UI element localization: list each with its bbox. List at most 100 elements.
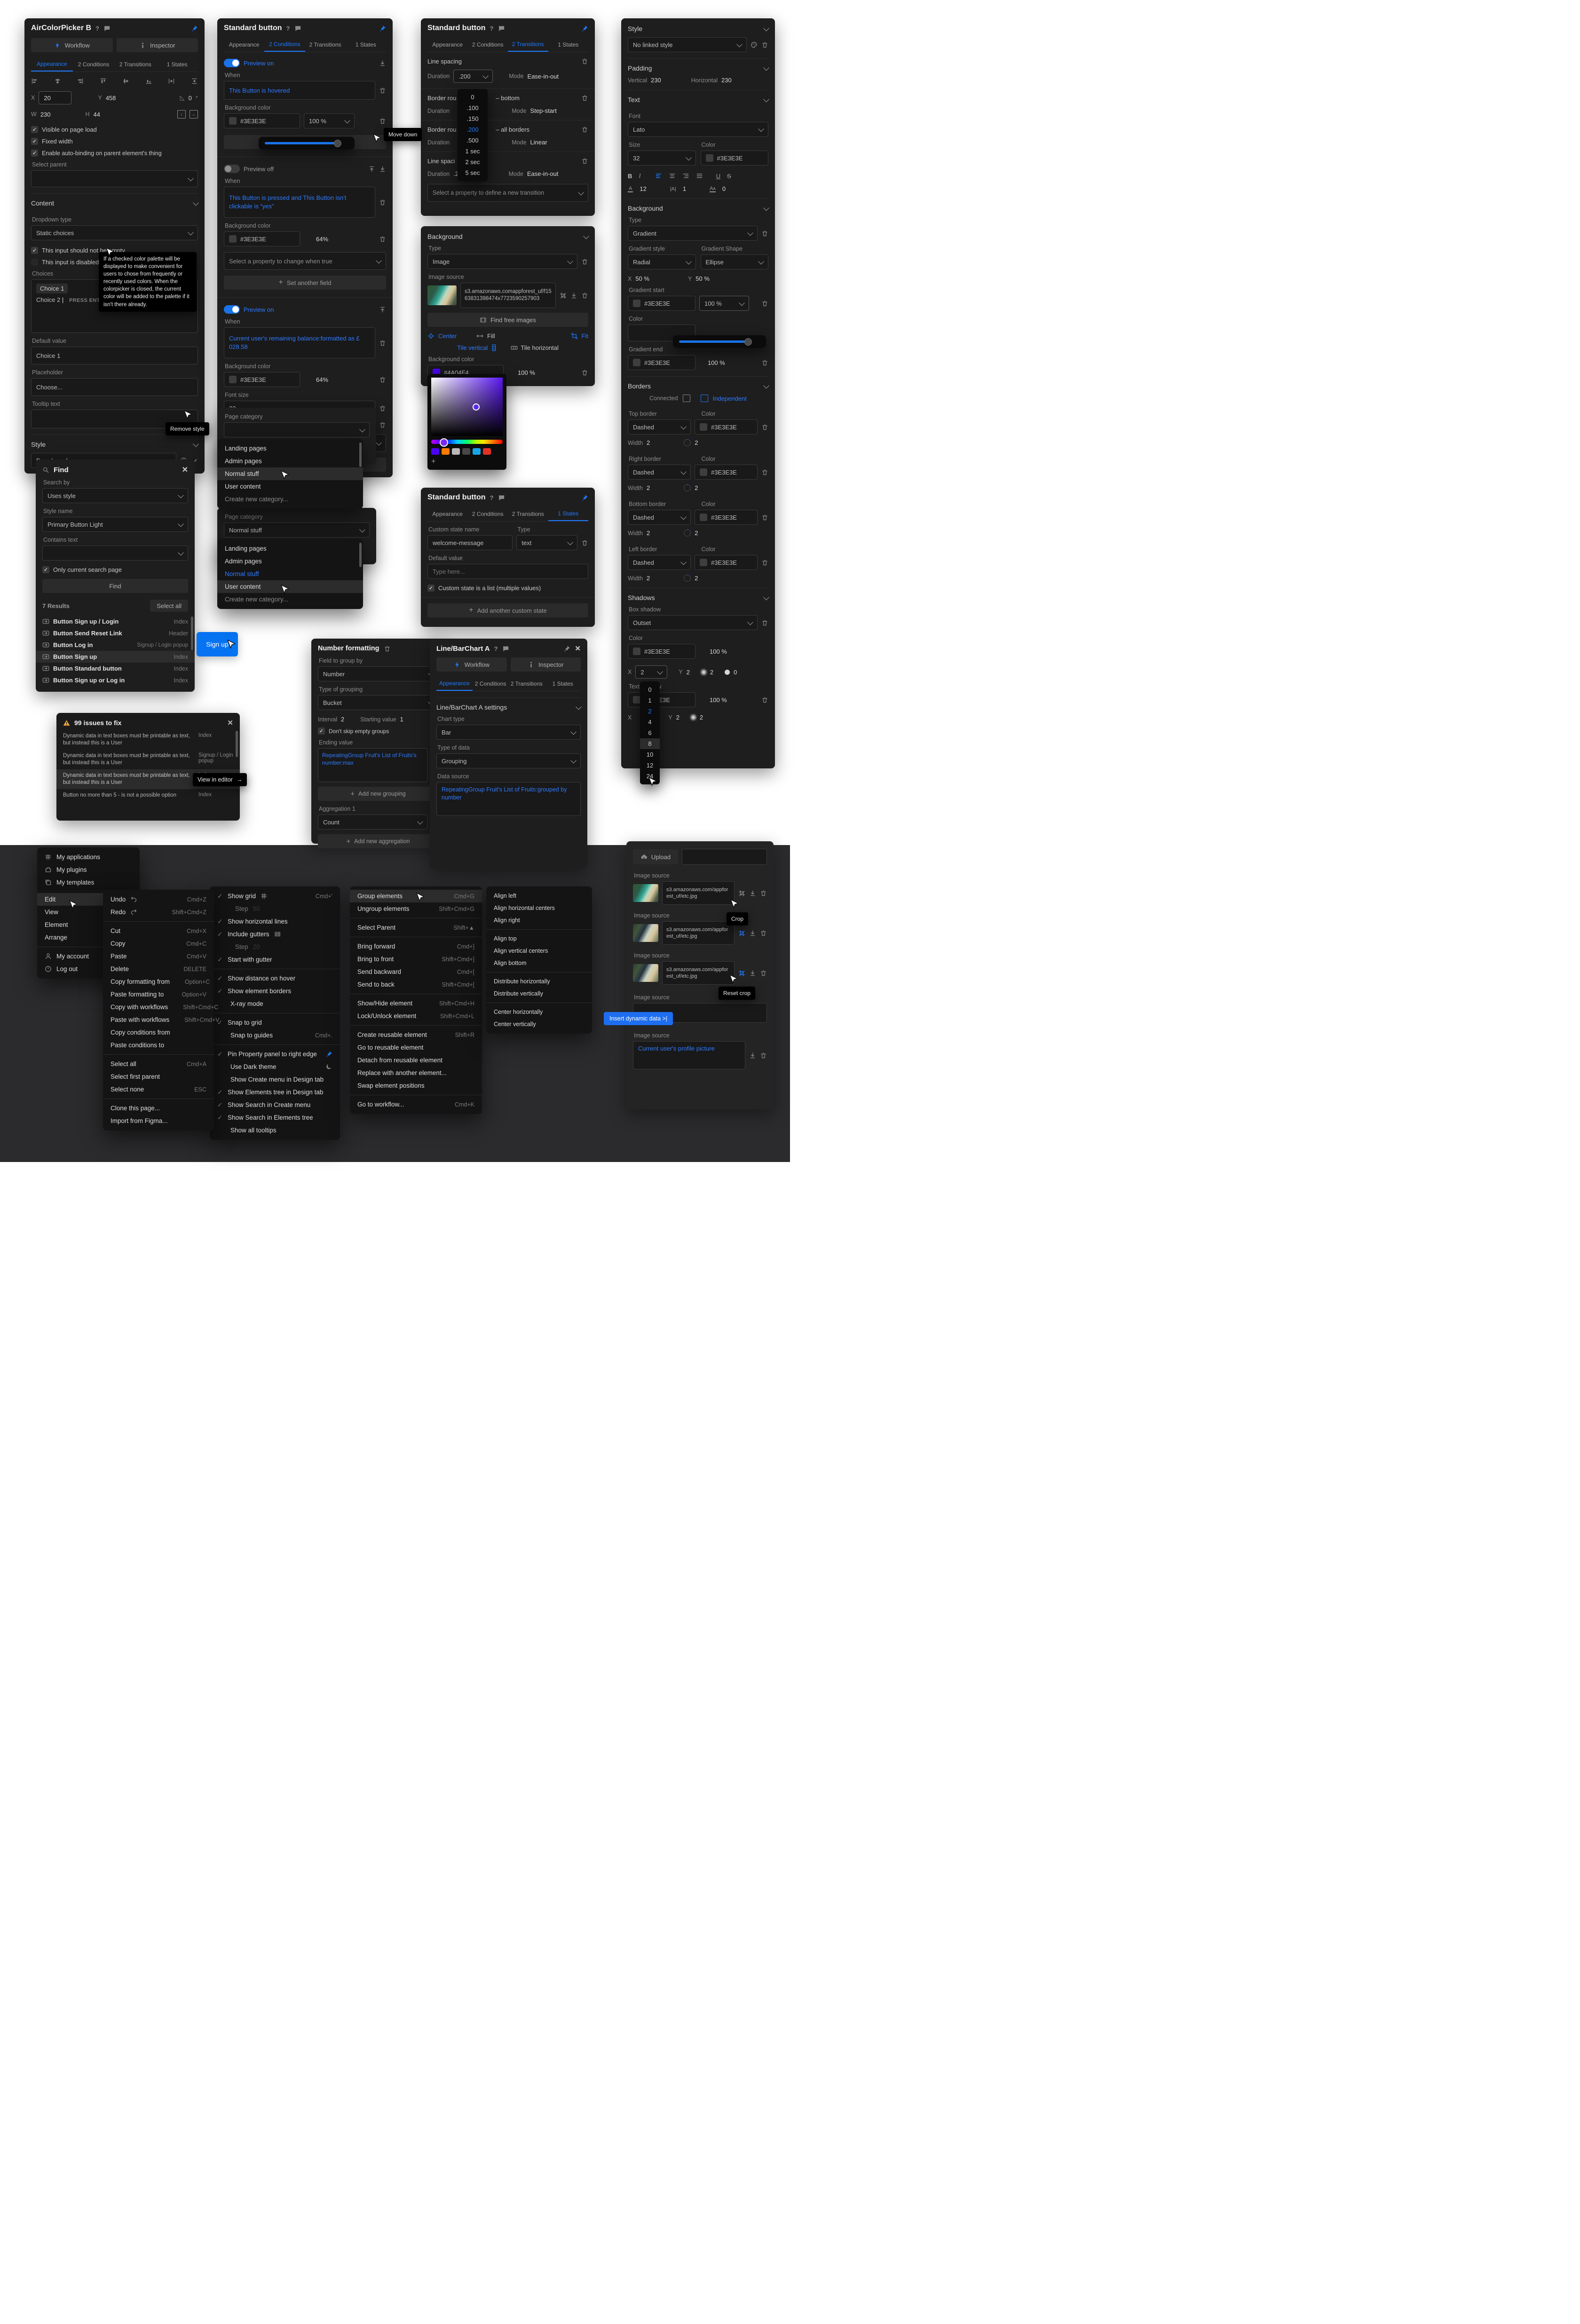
x-option[interactable]: 12	[640, 760, 660, 771]
font-color-input[interactable]: #3E3E3E	[701, 150, 769, 166]
page-category-select[interactable]	[224, 422, 370, 437]
mode-value[interactable]: Linear	[530, 139, 547, 146]
hue-slider[interactable]	[431, 440, 503, 444]
choice-chip[interactable]: Choice 1	[36, 284, 68, 293]
opacity-slider-popup[interactable]	[673, 335, 766, 348]
download-icon[interactable]	[749, 890, 756, 897]
tab-appearance[interactable]: Appearance	[31, 57, 73, 71]
border-radius[interactable]: 2	[695, 484, 698, 491]
menu-item-replace-element[interactable]: Replace with another element...	[350, 1067, 482, 1079]
font-select[interactable]: Lato	[628, 122, 768, 137]
menu-item-show-horizontal-lines[interactable]: ✓Show horizontal lines	[210, 915, 340, 928]
tab-conditions[interactable]: 2 Conditions	[73, 57, 115, 71]
chart-type-select[interactable]: Bar	[436, 725, 581, 740]
inspector-button[interactable]: Inspector	[511, 657, 581, 672]
menu-item-redo[interactable]: RedoShift+Cmd+Z	[103, 906, 214, 918]
result-row-hover[interactable]: Button Sign upIndex	[36, 651, 195, 663]
border-radius[interactable]: 2	[695, 439, 698, 446]
menu-item-show-hide[interactable]: Show/Hide elementShift+Cmd+H	[350, 997, 482, 1010]
menu-item-snap-guides[interactable]: Snap to guidesCmd+.	[210, 1029, 340, 1042]
palette-swatch[interactable]	[483, 448, 491, 455]
color-input[interactable]: #3E3E3E	[224, 372, 300, 387]
menu-item-send-to-back[interactable]: Send to backShift+Cmd+[	[350, 978, 482, 991]
data-source-input[interactable]: RepeatingGroup Fruit's List of Fruits:gr…	[436, 782, 581, 816]
tab-appearance[interactable]: Appearance	[427, 507, 468, 521]
trash-icon[interactable]	[761, 424, 768, 431]
border-style-select[interactable]: Dashed	[628, 555, 691, 570]
move-down-icon[interactable]	[379, 166, 386, 173]
line-height-value[interactable]: 12	[640, 185, 646, 192]
tab-transitions[interactable]: 2 Transitions	[508, 507, 548, 521]
box-shadow-select[interactable]: Outset	[628, 615, 758, 630]
ending-value-input[interactable]: RepeatingGroup Fruit's List of Fruits's …	[318, 748, 427, 782]
add-new-aggregation-button[interactable]: +Add new aggregation	[318, 834, 438, 848]
menu-item-search-create[interactable]: ✓Show Search in Create menu	[210, 1099, 340, 1111]
palette-icon[interactable]	[750, 41, 758, 48]
color-input[interactable]: #3E3E3E	[695, 555, 758, 570]
trash-icon[interactable]	[761, 300, 768, 307]
menu-item-xray[interactable]: X-ray mode	[210, 997, 340, 1010]
shadow-x-dropdown[interactable]: 0 1 2 4 6 8 10 12 24	[640, 681, 660, 784]
menu-item-center-horizontally[interactable]: Center horizontally	[486, 1006, 592, 1018]
duration-option[interactable]: .100	[458, 103, 488, 113]
color-input[interactable]: #3E3E3E	[628, 355, 695, 370]
tab-states[interactable]: 1 States	[346, 38, 386, 51]
comment-icon[interactable]	[502, 645, 509, 652]
issue-row[interactable]: Dynamic data in text boxes must be print…	[56, 730, 240, 750]
chevron-down-icon[interactable]	[763, 382, 769, 388]
chevron-down-icon[interactable]	[576, 704, 582, 710]
menu-item-include-gutters[interactable]: ✓Include gutters	[210, 928, 340, 941]
chevron-down-icon[interactable]	[763, 25, 769, 31]
menu-item-select-none[interactable]: Select noneESC	[103, 1083, 214, 1096]
pin-icon[interactable]	[581, 25, 588, 32]
result-row[interactable]: Button Sign up / LoginIndex	[36, 616, 195, 627]
duration-option-selected[interactable]: .200	[458, 124, 488, 135]
trash-icon[interactable]	[760, 890, 767, 897]
comment-icon[interactable]	[498, 494, 505, 501]
text-justify-button[interactable]	[696, 173, 703, 180]
menu-item-align-horizontal-centers[interactable]: Align horizontal centers	[486, 902, 592, 914]
opacity-value[interactable]: 64%	[316, 376, 328, 383]
menu-item-bring-to-front[interactable]: Bring to frontShift+Cmd+]	[350, 953, 482, 965]
close-icon[interactable]: ✕	[182, 465, 188, 474]
checkbox-not-empty[interactable]: ✓	[31, 247, 38, 254]
trash-icon[interactable]	[760, 930, 767, 937]
menu-item-elements-tree[interactable]: ✓Show Elements tree in Design tab	[210, 1086, 340, 1099]
duration-option[interactable]: 5 sec	[458, 167, 488, 178]
workflow-button[interactable]: Workflow	[436, 657, 507, 672]
letter-spacing-value[interactable]: 1	[683, 185, 686, 192]
color-input[interactable]: #3E3E3E	[628, 692, 695, 707]
help-icon[interactable]: ?	[490, 494, 494, 501]
chevron-down-icon[interactable]	[193, 199, 199, 206]
checkbox-autobinding[interactable]: ✓	[31, 150, 38, 157]
h-value[interactable]: 44	[94, 111, 100, 118]
slider-knob[interactable]	[744, 338, 752, 346]
chevron-down-icon[interactable]	[763, 594, 769, 600]
option-normal-stuff[interactable]: Normal stuff	[217, 467, 363, 480]
tab-transitions[interactable]: 2 Transitions	[115, 57, 157, 71]
x-option-selected[interactable]: 2	[640, 706, 660, 717]
tab-transitions[interactable]: 2 Transitions	[509, 677, 545, 690]
menu-item-select-first-parent[interactable]: Select first parent	[103, 1070, 214, 1083]
shadow-blur[interactable]: 2	[710, 669, 713, 676]
option-normal-stuff-selected[interactable]: Normal stuff	[217, 568, 363, 580]
chevron-down-icon[interactable]	[763, 205, 769, 211]
menu-item-copy-conditions[interactable]: Copy conditions from	[103, 1026, 214, 1039]
starting-value[interactable]: 1	[400, 716, 403, 723]
menu-item-align-left[interactable]: Align left	[486, 890, 592, 902]
text-align-right-button[interactable]	[682, 173, 689, 180]
menu-item-ungroup-elements[interactable]: Ungroup elementsShift+Cmd+G	[350, 902, 482, 915]
checkbox-is-list[interactable]: ✓	[427, 585, 434, 592]
menu-item-paste[interactable]: PasteCmd+V	[103, 950, 214, 963]
background-type-select[interactable]: Image	[427, 254, 577, 269]
menu-item-paste-workflows[interactable]: Paste with workflowsShift+Cmd+V	[103, 1013, 214, 1026]
menu-item-create-menu[interactable]: Show Create menu in Design tab	[210, 1073, 340, 1086]
trash-icon[interactable]	[581, 126, 588, 133]
tab-appearance[interactable]: Appearance	[436, 676, 473, 691]
w-value[interactable]: 230	[40, 111, 51, 118]
chevron-down-icon[interactable]	[763, 96, 769, 102]
menu-item-all-tooltips[interactable]: Show all tooltips	[210, 1124, 340, 1137]
contains-text-select[interactable]	[42, 545, 188, 561]
menu-item-align-right[interactable]: Align right	[486, 914, 592, 926]
duration-option[interactable]: 0	[458, 92, 488, 103]
